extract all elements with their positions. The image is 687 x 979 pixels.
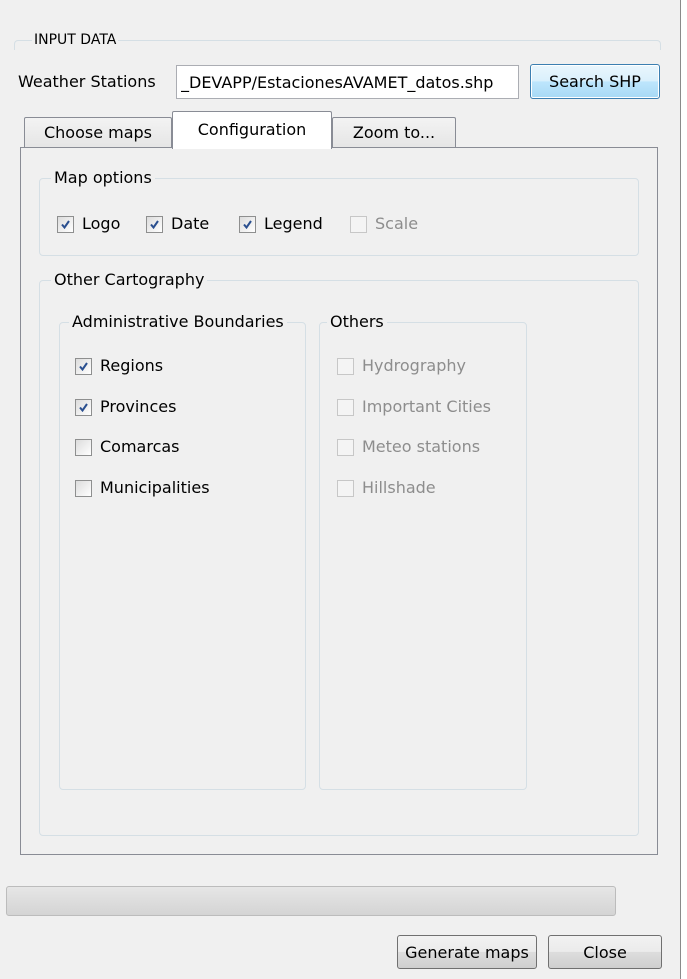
check-mark-icon	[61, 219, 70, 229]
checkbox-box[interactable]	[337, 357, 354, 375]
checkbox-box[interactable]	[75, 357, 92, 375]
checkbox-label: Municipalities	[100, 478, 210, 497]
weather-stations-label: Weather Stations	[18, 72, 156, 91]
others-group	[319, 322, 527, 790]
checkbox-label: Hydrography	[362, 356, 466, 375]
checkbox-label: Important Cities	[362, 397, 491, 416]
checkbox-box[interactable]	[337, 438, 354, 456]
close-button[interactable]: Close	[548, 935, 662, 969]
tab-zoom-to[interactable]: Zoom to...	[332, 117, 456, 148]
legend-checkbox[interactable]: Legend	[239, 214, 323, 234]
others-title: Others	[327, 312, 387, 332]
comarcas-checkbox[interactable]: Comarcas	[75, 437, 180, 457]
checkbox-label: Hillshade	[362, 478, 436, 497]
checkbox-label: Date	[171, 214, 210, 233]
checkbox-label: Logo	[82, 214, 121, 233]
checkbox-label: Scale	[375, 214, 419, 233]
other-cartography-title: Other Cartography	[51, 270, 208, 290]
date-checkbox[interactable]: Date	[146, 214, 209, 234]
meteo-stations-checkbox[interactable]: Meteo stations	[337, 437, 480, 457]
checkbox-label: Provinces	[100, 397, 177, 416]
checkbox-box[interactable]	[75, 438, 92, 456]
important-cities-checkbox[interactable]: Important Cities	[337, 397, 491, 417]
check-mark-icon	[79, 361, 88, 371]
checkbox-box[interactable]	[57, 215, 74, 233]
generate-maps-button[interactable]: Generate maps	[397, 935, 537, 969]
map-options-title: Map options	[51, 168, 155, 188]
checkbox-label: Comarcas	[100, 437, 180, 456]
checkbox-box[interactable]	[337, 479, 354, 497]
check-mark-icon	[79, 402, 88, 412]
checkbox-box[interactable]	[146, 215, 163, 233]
checkbox-label: Legend	[264, 214, 323, 233]
tab-configuration[interactable]: Configuration	[172, 111, 332, 149]
hydrography-checkbox[interactable]: Hydrography	[337, 356, 466, 376]
logo-checkbox[interactable]: Logo	[57, 214, 120, 234]
checkbox-box[interactable]	[337, 398, 354, 416]
check-mark-icon	[243, 219, 252, 229]
hillshade-checkbox[interactable]: Hillshade	[337, 478, 436, 498]
progress-bar	[6, 886, 616, 916]
checkbox-box[interactable]	[350, 215, 367, 233]
provinces-checkbox[interactable]: Provinces	[75, 397, 176, 417]
checkbox-box[interactable]	[75, 479, 92, 497]
checkbox-label: Meteo stations	[362, 437, 481, 456]
administrative-boundaries-title: Administrative Boundaries	[69, 312, 287, 332]
dialog-window: INPUT DATA Weather Stations Search SHP C…	[0, 0, 680, 979]
search-shp-button[interactable]: Search SHP	[530, 64, 660, 99]
checkbox-box[interactable]	[75, 398, 92, 416]
check-mark-icon	[150, 219, 159, 229]
input-data-title: INPUT DATA	[32, 31, 119, 49]
scale-checkbox[interactable]: Scale	[350, 214, 418, 234]
administrative-boundaries-group	[59, 322, 306, 790]
tab-choose-maps[interactable]: Choose maps	[24, 117, 172, 148]
checkbox-label: Regions	[100, 356, 164, 375]
configuration-pane: Map options Logo Date Legend Scale Other…	[20, 147, 658, 855]
checkbox-box[interactable]	[239, 215, 256, 233]
shp-path-input[interactable]	[176, 65, 519, 99]
map-options-group	[39, 178, 639, 256]
window-edge	[680, 0, 681, 979]
municipalities-checkbox[interactable]: Municipalities	[75, 478, 210, 498]
regions-checkbox[interactable]: Regions	[75, 356, 163, 376]
